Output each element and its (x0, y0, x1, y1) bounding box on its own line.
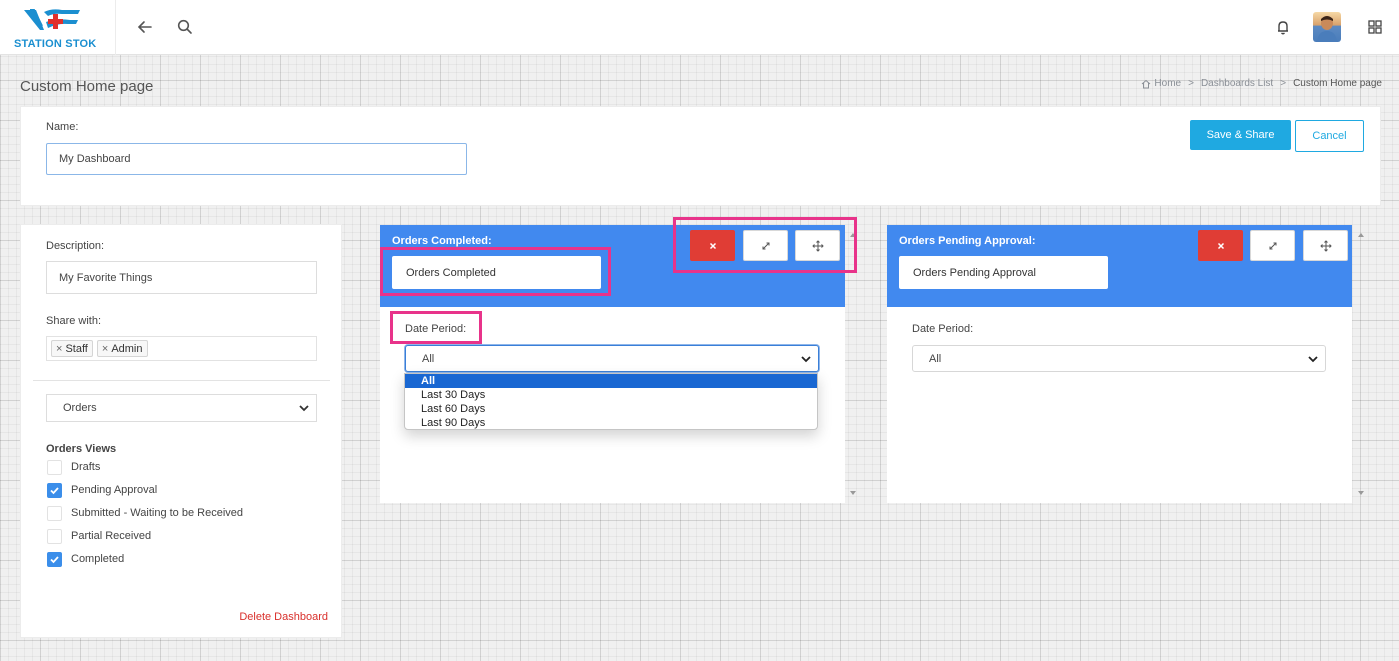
remove-tag-icon[interactable]: × (56, 343, 62, 355)
description-label: Description: (46, 240, 105, 252)
divider (33, 380, 330, 381)
checkbox[interactable] (47, 459, 62, 475)
date-period-dropdown: All Last 30 Days Last 60 Days Last 90 Da… (404, 373, 818, 430)
move-icon (811, 239, 824, 252)
share-with-label: Share with: (46, 315, 102, 327)
dropdown-option-last-60-days[interactable]: Last 60 Days (405, 402, 817, 416)
view-option-partial-received[interactable]: Partial Received (47, 528, 151, 544)
view-option-drafts[interactable]: Drafts (47, 459, 100, 475)
dashboard-name-card: Name: My Dashboard Save & Share Cancel (20, 106, 1381, 206)
views-type-value: Orders (63, 402, 97, 414)
name-label: Name: (46, 121, 79, 133)
delete-dashboard-link[interactable]: Delete Dashboard (239, 611, 328, 623)
move-icon (1319, 239, 1332, 252)
close-icon (1217, 242, 1224, 249)
share-tag-label: Staff (65, 342, 88, 355)
dashboard-settings-panel: Description: My Favorite Things Share wi… (20, 224, 342, 638)
remove-widget-button[interactable] (1198, 230, 1243, 261)
home-icon (1142, 79, 1151, 88)
widget-scrollbar[interactable] (845, 225, 861, 503)
description-input[interactable]: My Favorite Things (46, 261, 317, 294)
date-period-select[interactable]: All (405, 345, 819, 372)
checkbox[interactable] (47, 482, 62, 498)
chevron-down-icon (299, 405, 309, 412)
views-type-select[interactable]: Orders (46, 394, 317, 422)
station-stok-logo-icon (24, 9, 80, 30)
search-icon[interactable] (175, 17, 195, 37)
share-tag-staff: × Staff (51, 340, 93, 357)
name-input[interactable]: My Dashboard (46, 143, 467, 175)
widget-header: Orders Completed: Orders Completed (380, 225, 845, 307)
share-with-input[interactable]: × Staff × Admin (46, 336, 317, 361)
back-arrow-icon[interactable] (135, 17, 155, 37)
view-option-pending-approval[interactable]: Pending Approval (47, 482, 157, 498)
date-period-label: Date Period: (912, 323, 974, 335)
checkbox[interactable] (47, 505, 62, 521)
close-icon (709, 242, 716, 249)
view-option-label: Pending Approval (71, 484, 158, 496)
checkbox[interactable] (47, 551, 62, 567)
dropdown-option-last-30-days[interactable]: Last 30 Days (405, 388, 817, 402)
move-widget-button[interactable] (795, 230, 840, 261)
widget-name-input[interactable]: Orders Pending Approval (899, 256, 1108, 289)
breadcrumb-home[interactable]: Home (1141, 78, 1181, 89)
bell-icon[interactable] (1273, 17, 1293, 37)
chevron-down-icon (1308, 355, 1318, 362)
grid-menu-icon[interactable] (1365, 17, 1385, 37)
widget-title: Orders Pending Approval: (899, 235, 1036, 247)
date-period-value: All (422, 352, 435, 365)
resize-icon (1269, 242, 1276, 249)
resize-widget-button[interactable] (1250, 230, 1295, 261)
avatar[interactable] (1313, 12, 1341, 42)
page-title: Custom Home page (20, 78, 154, 95)
view-option-label: Completed (71, 553, 125, 565)
breadcrumb-home-label: Home (1154, 78, 1182, 89)
remove-widget-button[interactable] (690, 230, 735, 261)
check-icon (50, 486, 59, 494)
resize-widget-button[interactable] (743, 230, 788, 261)
chevron-down-icon (801, 355, 811, 362)
breadcrumb-current: Custom Home page (1293, 78, 1382, 89)
dropdown-option-last-90-days[interactable]: Last 90 Days (405, 416, 817, 429)
user-photo-icon (1317, 16, 1337, 42)
save-share-button[interactable]: Save & Share (1190, 120, 1291, 150)
breadcrumb-separator: > (1280, 78, 1287, 89)
date-period-value: All (929, 352, 942, 365)
checkbox[interactable] (47, 528, 62, 544)
date-period-select[interactable]: All (912, 345, 1326, 372)
scroll-arrows-icon (1358, 233, 1364, 495)
cancel-button[interactable]: Cancel (1295, 120, 1364, 152)
breadcrumb-dashboards-list[interactable]: Dashboards List (1201, 78, 1273, 89)
share-tag-admin: × Admin (96, 340, 148, 357)
view-option-completed[interactable]: Completed (47, 551, 124, 567)
breadcrumb-separator: > (1188, 78, 1194, 89)
view-option-submitted[interactable]: Submitted - Waiting to be Received (47, 505, 243, 521)
widget-scrollbar[interactable] (1353, 225, 1369, 503)
views-heading: Orders Views (46, 443, 117, 455)
logo[interactable]: STATION STOK (0, 0, 116, 55)
top-navbar: STATION STOK (0, 0, 1399, 55)
resize-icon (762, 242, 769, 249)
view-option-label: Drafts (71, 461, 101, 473)
check-icon (50, 555, 59, 563)
widget-header: Orders Pending Approval: Orders Pending … (887, 225, 1352, 307)
remove-tag-icon[interactable]: × (102, 343, 108, 355)
view-option-label: Submitted - Waiting to be Received (71, 507, 244, 519)
scroll-arrows-icon (850, 233, 856, 495)
widget-title: Orders Completed: (392, 235, 492, 247)
app-name: STATION STOK (14, 38, 97, 50)
move-widget-button[interactable] (1303, 230, 1348, 261)
widget-orders-pending-approval: Orders Pending Approval: Orders Pending … (887, 225, 1352, 503)
date-period-label: Date Period: (405, 323, 467, 335)
widget-orders-completed: Orders Completed: Orders Completed Date … (380, 225, 845, 503)
dropdown-option-all[interactable]: All (405, 374, 817, 388)
view-option-label: Partial Received (71, 530, 152, 542)
widget-name-input[interactable]: Orders Completed (392, 256, 601, 289)
share-tag-label: Admin (111, 342, 143, 355)
breadcrumb: Home > Dashboards List > Custom Home pag… (1141, 78, 1382, 89)
